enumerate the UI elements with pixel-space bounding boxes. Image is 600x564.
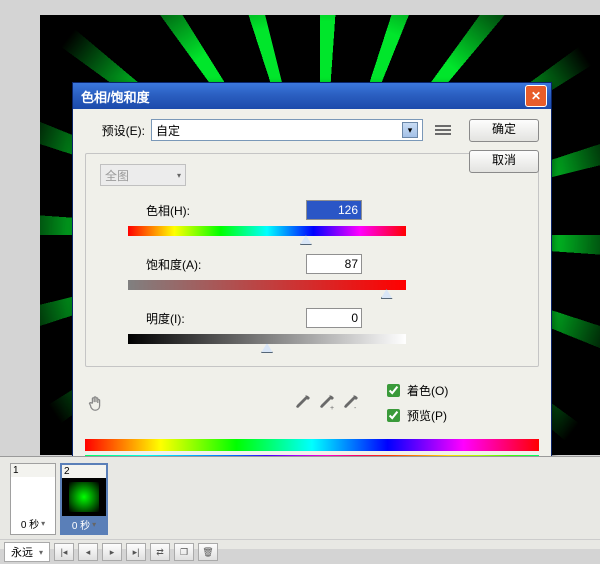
lightness-label: 明度(I): <box>100 310 306 327</box>
svg-text:-: - <box>354 405 357 411</box>
hue-thumb[interactable] <box>300 235 312 245</box>
frame-2[interactable]: 2 0 秒▾ <box>60 463 108 535</box>
dialog-titlebar[interactable]: 色相/饱和度 ✕ <box>73 83 551 109</box>
close-icon: ✕ <box>531 89 541 103</box>
svg-text:+: + <box>330 405 334 411</box>
frame-thumbnail <box>11 477 55 515</box>
chevron-down-icon: ▾ <box>177 171 181 180</box>
dialog-title: 色相/饱和度 <box>81 87 150 106</box>
saturation-thumb[interactable] <box>381 289 393 299</box>
cancel-button[interactable]: 取消 <box>469 150 539 173</box>
frame-number: 2 <box>62 465 106 478</box>
lightness-thumb[interactable] <box>261 343 273 353</box>
hue-saturation-dialog: 色相/饱和度 ✕ 确定 取消 预设(E): 自定 ▾ 全图 ▾ 色相(H): <box>72 82 552 486</box>
scrubby-hand-icon[interactable] <box>87 394 105 412</box>
preset-label: 预设(E): <box>85 122 145 139</box>
frame-duration[interactable]: 0 秒▾ <box>62 516 106 533</box>
delete-frame-button[interactable]: 🗑 <box>198 543 218 561</box>
ok-button[interactable]: 确定 <box>469 119 539 142</box>
saturation-label: 饱和度(A): <box>100 256 306 273</box>
edit-channel-select[interactable]: 全图 ▾ <box>100 164 186 186</box>
hue-label: 色相(H): <box>100 202 306 219</box>
sliders-panel: 全图 ▾ 色相(H): 饱和度(A): <box>85 153 539 367</box>
duplicate-frame-button[interactable]: ❐ <box>174 543 194 561</box>
preset-value: 自定 <box>156 122 180 139</box>
loop-select[interactable]: 永远▾ <box>4 542 50 562</box>
close-button[interactable]: ✕ <box>525 85 547 107</box>
hue-slider[interactable] <box>128 226 406 238</box>
next-frame-button[interactable]: ▸| <box>126 543 146 561</box>
preset-menu-icon[interactable] <box>435 123 451 137</box>
animation-timeline: 1 0 秒▾ 2 0 秒▾ 永远▾ |◂ ◂ ▸ ▸| ⇄ ❐ 🗑 <box>0 456 600 549</box>
play-button[interactable]: ▸ <box>102 543 122 561</box>
hue-bar-input <box>85 439 539 451</box>
frame-1[interactable]: 1 0 秒▾ <box>10 463 56 535</box>
hue-input[interactable] <box>306 200 362 220</box>
preset-select[interactable]: 自定 ▾ <box>151 119 423 141</box>
saturation-input[interactable] <box>306 254 362 274</box>
lightness-input[interactable] <box>306 308 362 328</box>
tween-button[interactable]: ⇄ <box>150 543 170 561</box>
lightness-slider[interactable] <box>128 334 406 346</box>
saturation-slider[interactable] <box>128 280 406 292</box>
prev-frame-button[interactable]: ◂ <box>78 543 98 561</box>
preview-checkbox[interactable]: 预览(P) <box>383 406 448 425</box>
chevron-down-icon: ▾ <box>402 122 418 138</box>
frame-thumbnail <box>62 478 106 516</box>
eyedropper-icon[interactable] <box>295 395 311 411</box>
first-frame-button[interactable]: |◂ <box>54 543 74 561</box>
frame-number: 1 <box>11 464 55 477</box>
edit-channel-value: 全图 <box>105 167 129 184</box>
colorize-checkbox[interactable]: 着色(O) <box>383 381 448 400</box>
eyedropper-subtract-icon[interactable]: - <box>343 395 359 411</box>
frame-duration[interactable]: 0 秒▾ <box>11 515 55 532</box>
eyedropper-add-icon[interactable]: + <box>319 395 335 411</box>
